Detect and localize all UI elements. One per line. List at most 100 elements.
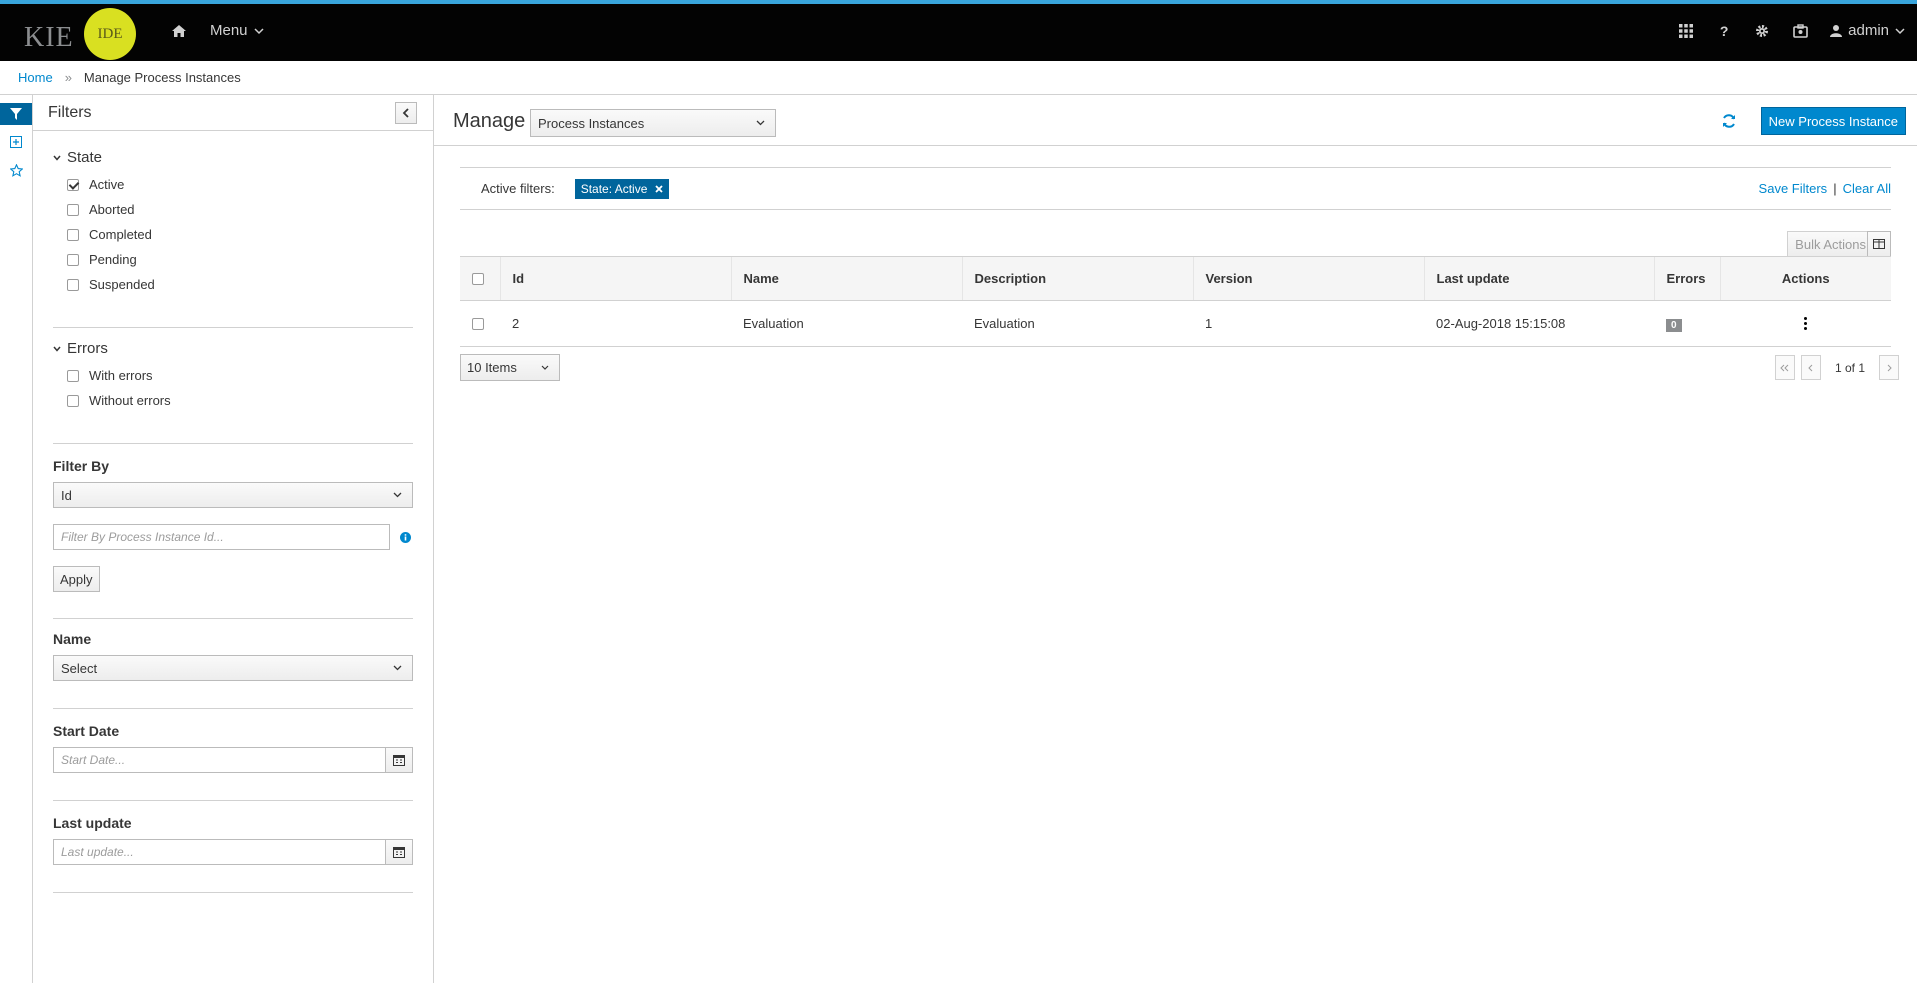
view-select-value: Process Instances — [538, 115, 645, 131]
state-toggle[interactable]: State — [53, 149, 413, 166]
info-icon[interactable] — [400, 531, 411, 543]
name-select[interactable]: Select — [53, 655, 413, 681]
state-checkbox[interactable] — [67, 203, 79, 216]
filter-tab[interactable] — [0, 103, 32, 125]
page-title: Manage — [453, 110, 526, 132]
state-option[interactable]: Active — [67, 172, 413, 197]
logo-badge: IDE — [84, 8, 136, 60]
process-instances-table: Id Name Description Version Last update … — [460, 256, 1891, 347]
chevron-down-icon — [53, 346, 61, 352]
chevron-down-icon — [393, 492, 402, 498]
apply-button[interactable]: Apply — [53, 566, 100, 592]
clear-all-link[interactable]: Clear All — [1843, 181, 1891, 196]
cell-last-update: 02-Aug-2018 15:15:08 — [1424, 300, 1654, 347]
errors-badge[interactable]: 0 — [1666, 318, 1682, 332]
top-navbar: KIE IDE Menu ? admin — [0, 0, 1917, 61]
name-section: Name Select — [53, 631, 413, 681]
save-filters-link[interactable]: Save Filters — [1759, 181, 1828, 196]
state-option[interactable]: Completed — [67, 222, 413, 247]
next-page-button[interactable] — [1879, 355, 1899, 380]
state-checkbox[interactable] — [67, 228, 79, 241]
user-menu[interactable]: admin — [1830, 22, 1905, 39]
home-icon[interactable] — [171, 23, 189, 41]
state-checkbox[interactable] — [67, 178, 79, 191]
divider — [53, 892, 413, 893]
errors-section: Errors With errors Without errors — [53, 340, 413, 413]
star-icon — [9, 163, 23, 177]
briefcase-icon[interactable] — [1792, 23, 1808, 39]
active-filters-bar: Active filters: State: Active Save Filte… — [460, 167, 1891, 210]
collapse-filters-button[interactable] — [395, 102, 417, 124]
state-checkbox[interactable] — [67, 253, 79, 266]
select-all-header — [460, 256, 500, 301]
divider — [53, 800, 413, 801]
user-icon — [1830, 25, 1843, 37]
close-icon[interactable] — [655, 184, 664, 193]
bulk-actions-label: Bulk Actions — [1795, 236, 1866, 252]
last-update-input[interactable]: Last update... — [53, 839, 386, 865]
select-all-checkbox[interactable] — [472, 272, 484, 285]
view-select[interactable]: Process Instances — [530, 109, 776, 137]
column-header-name[interactable]: Name — [730, 256, 962, 301]
start-date-calendar-button[interactable] — [386, 747, 413, 773]
double-chevron-left-icon — [1780, 364, 1789, 371]
link-separator: | — [1833, 181, 1837, 196]
kebab-menu-icon[interactable] — [1720, 317, 1891, 330]
page-indicator: 1 of 1 — [1834, 360, 1865, 375]
cell-id: 2 — [500, 300, 731, 347]
start-date-title: Start Date — [53, 723, 120, 739]
errors-option[interactable]: With errors — [67, 363, 413, 388]
column-header-id[interactable]: Id — [499, 256, 731, 301]
filter-by-select[interactable]: Id — [53, 482, 413, 508]
breadcrumb-home-link[interactable]: Home — [18, 70, 53, 85]
column-picker-button[interactable] — [1867, 231, 1891, 257]
column-header-last-update[interactable]: Last update — [1423, 256, 1654, 301]
chevron-left-icon — [402, 108, 409, 118]
column-header-errors[interactable]: Errors — [1653, 256, 1720, 301]
errors-toggle[interactable]: Errors — [53, 340, 413, 357]
row-checkbox[interactable] — [472, 317, 484, 330]
state-option-label: Active — [89, 177, 125, 192]
refresh-icon[interactable] — [1721, 113, 1737, 129]
calendar-icon — [393, 755, 405, 766]
menu-label: Menu — [210, 22, 248, 39]
breadcrumb-separator: » — [64, 70, 72, 85]
active-filters-label: Active filters: — [481, 181, 555, 196]
column-header-actions: Actions — [1719, 256, 1891, 301]
cell-description: Evaluation — [962, 300, 1193, 347]
add-filter-tab[interactable] — [0, 131, 32, 153]
help-icon[interactable]: ? — [1716, 23, 1732, 39]
filters-title: Filters — [48, 103, 92, 121]
page-size-select[interactable]: 10 Items — [460, 354, 560, 381]
previous-page-button[interactable] — [1800, 355, 1821, 380]
errors-title: Errors — [67, 340, 108, 357]
state-checkbox[interactable] — [67, 278, 79, 291]
state-option[interactable]: Aborted — [67, 197, 413, 222]
state-option[interactable]: Pending — [67, 247, 413, 272]
user-name: admin — [1848, 22, 1889, 39]
column-header-version[interactable]: Version — [1192, 256, 1424, 301]
errors-checkbox[interactable] — [67, 369, 79, 382]
filter-chip: State: Active — [574, 178, 670, 199]
filter-by-input[interactable]: Filter By Process Instance Id... — [53, 524, 390, 550]
breadcrumb: Home » Manage Process Instances — [0, 61, 1917, 95]
filters-panel: Filters State Active Aborted Completed Pend… — [33, 95, 434, 983]
errors-checkbox[interactable] — [67, 394, 79, 407]
state-option[interactable]: Suspended — [67, 272, 413, 297]
start-date-input[interactable]: Start Date... — [53, 747, 386, 773]
saved-filters-tab[interactable] — [0, 159, 32, 181]
errors-option[interactable]: Without errors — [67, 388, 413, 413]
gear-icon[interactable] — [1754, 23, 1770, 39]
chevron-down-icon — [53, 155, 61, 161]
apps-grid-icon[interactable] — [1678, 23, 1694, 39]
column-header-description[interactable]: Description — [961, 256, 1193, 301]
menu-dropdown[interactable]: Menu — [210, 22, 264, 39]
new-process-instance-button[interactable]: New Process Instance — [1760, 107, 1906, 135]
errors-option-label: Without errors — [89, 393, 171, 408]
cell-name: Evaluation — [731, 300, 962, 347]
first-page-button[interactable] — [1774, 355, 1795, 380]
state-option-label: Aborted — [89, 202, 135, 217]
kie-ide-logo[interactable]: KIE IDE — [22, 8, 142, 60]
table-row[interactable]: 2 Evaluation Evaluation 1 02-Aug-2018 15… — [460, 300, 1891, 347]
last-update-calendar-button[interactable] — [386, 839, 413, 865]
